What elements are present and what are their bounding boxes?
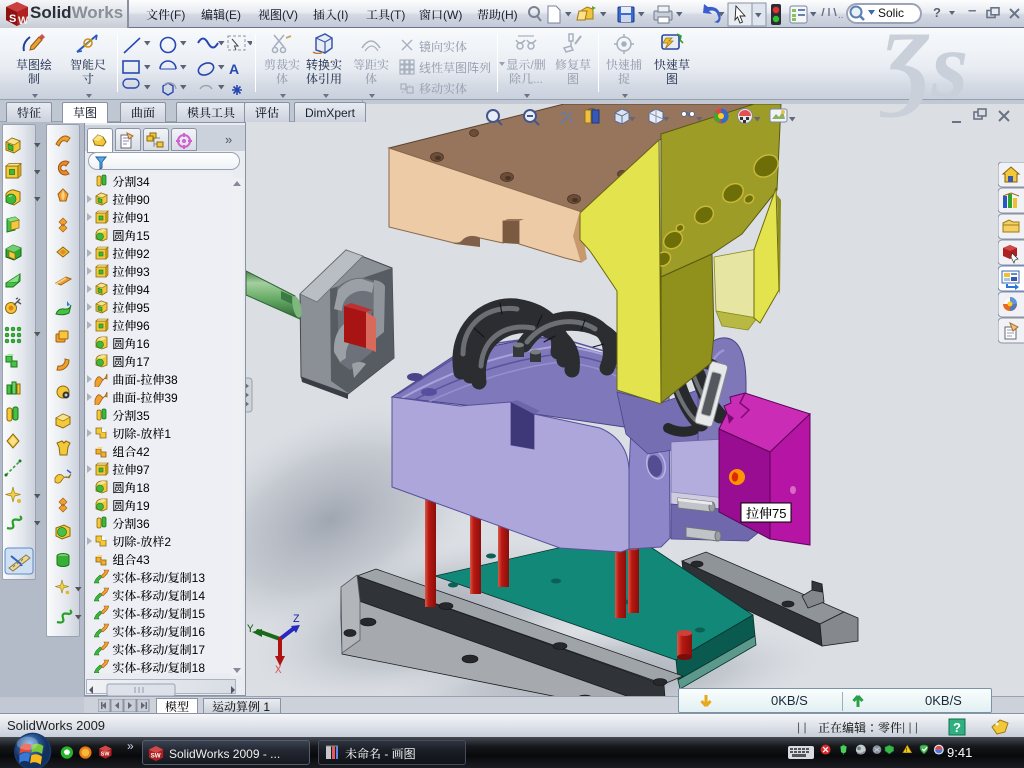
svg-text:SW: SW <box>101 750 111 758</box>
svg-text:Y: Y <box>247 624 254 636</box>
svg-text:S: S <box>9 13 16 25</box>
svg-text:拉伸75: 拉伸75 <box>746 503 786 522</box>
svg-text:!: ! <box>906 746 908 754</box>
svg-text:A: A <box>229 61 239 77</box>
svg-text:X: X <box>275 665 282 677</box>
svg-text:..: .. <box>838 6 844 21</box>
svg-text:SW: SW <box>151 751 161 760</box>
svg-text:W: W <box>18 15 29 27</box>
svg-text:?: ? <box>953 720 961 735</box>
svg-text:Z: Z <box>293 614 300 626</box>
